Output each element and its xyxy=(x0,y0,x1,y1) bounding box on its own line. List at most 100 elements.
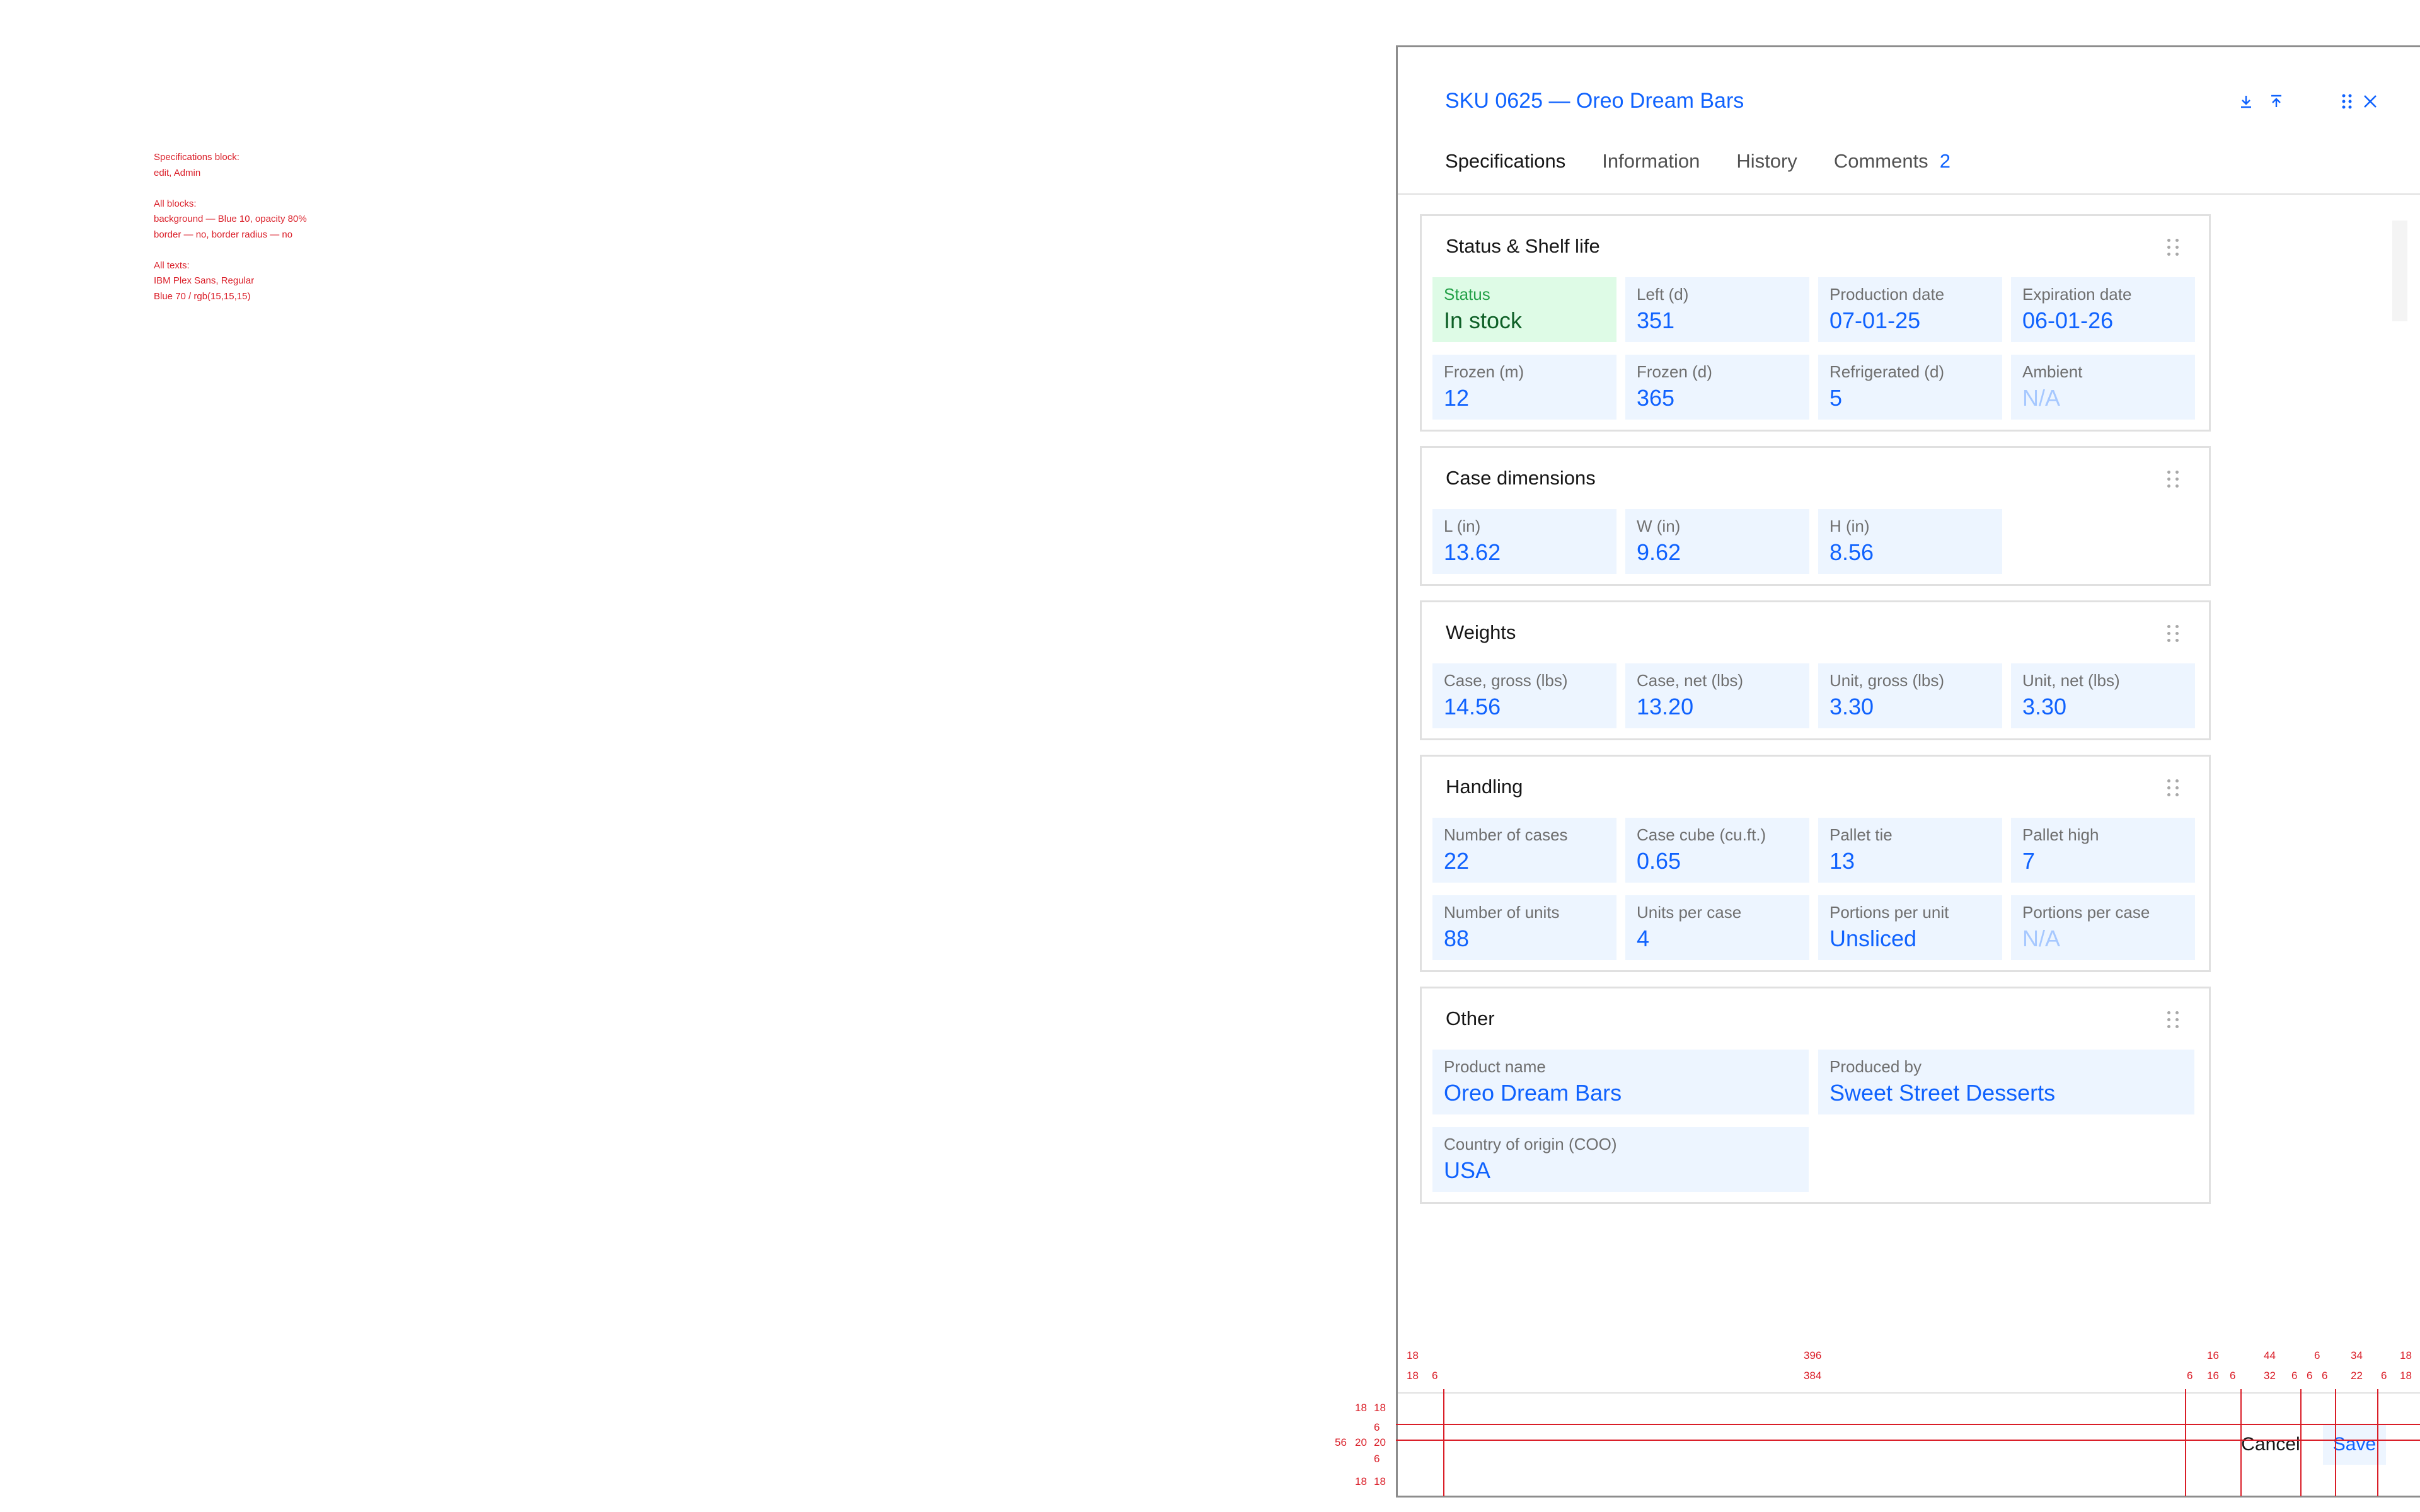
download-icon[interactable] xyxy=(2236,91,2256,112)
redline-measure: 16 xyxy=(2207,1349,2219,1361)
field-value: 12 xyxy=(1444,385,1470,411)
block-title: Status & Shelf life xyxy=(1446,235,1600,257)
field-label: Number of cases xyxy=(1444,825,1568,844)
field-value: 06-01-26 xyxy=(2022,307,2114,333)
block-title: Weights xyxy=(1446,621,1516,643)
redline-measure: 6 xyxy=(2381,1370,2387,1382)
tab-comments[interactable]: Comments 2 xyxy=(1834,150,1950,175)
field-label: Refrigerated (d) xyxy=(1829,362,1945,381)
field-value: 13.62 xyxy=(1444,539,1501,565)
field-portions-per-case[interactable]: Portions per case N/A xyxy=(2011,895,2195,960)
redline-measure: 6 xyxy=(2314,1349,2320,1361)
field-label: Status xyxy=(1444,285,1490,304)
redline-measure: 32 xyxy=(2264,1370,2276,1382)
redline-guide xyxy=(2185,1389,2186,1496)
close-icon[interactable] xyxy=(2360,91,2380,112)
drag-handle-icon[interactable] xyxy=(2167,625,2179,643)
field-label: Unit, gross (lbs) xyxy=(1829,671,1945,690)
field-value: 13 xyxy=(1829,848,1855,874)
field-value: 3.30 xyxy=(1829,694,1874,719)
field-value: 07-01-25 xyxy=(1829,307,1921,333)
field-produced-by[interactable]: Produced by Sweet Street Desserts xyxy=(1818,1050,2194,1114)
field-left-days[interactable]: Left (d) 351 xyxy=(1625,277,1809,342)
field-production-date[interactable]: Production date 07-01-25 xyxy=(1818,277,2002,342)
tab-bar: Specifications Information History Comme… xyxy=(1445,150,1950,175)
scrollbar-thumb[interactable] xyxy=(2392,220,2407,321)
field-pallet-high[interactable]: Pallet high 7 xyxy=(2011,818,2195,883)
field-value: 365 xyxy=(1637,385,1675,411)
field-height[interactable]: H (in) 8.56 xyxy=(1818,509,2002,574)
field-label: Case, net (lbs) xyxy=(1637,671,1744,690)
field-unit-net[interactable]: Unit, net (lbs) 3.30 xyxy=(2011,663,2195,728)
field-label: Frozen (d) xyxy=(1637,362,1712,381)
block-status-shelf-life: Status & Shelf life Status In stock Left … xyxy=(1420,214,2211,432)
redline-guide xyxy=(1396,1440,2420,1441)
field-status[interactable]: Status In stock xyxy=(1432,277,1616,342)
upload-icon[interactable] xyxy=(2266,91,2286,112)
field-label: Ambient xyxy=(2022,362,2083,381)
note-all-texts: All texts: IBM Plex Sans, Regular Blue 7… xyxy=(154,260,255,302)
field-value: 0.65 xyxy=(1637,848,1681,874)
drag-handle-icon[interactable] xyxy=(2167,239,2179,256)
field-number-of-units[interactable]: Number of units 88 xyxy=(1432,895,1616,960)
tab-history[interactable]: History xyxy=(1736,150,1797,175)
field-label: Left (d) xyxy=(1637,285,1689,304)
field-portions-per-unit[interactable]: Portions per unit Unsliced xyxy=(1818,895,2002,960)
redline-measure: 6 xyxy=(2230,1370,2236,1382)
redline-measure: 384 xyxy=(1804,1370,1822,1382)
field-ambient[interactable]: Ambient N/A xyxy=(2011,355,2195,420)
redline-measure: 22 xyxy=(2351,1370,2363,1382)
field-frozen-days[interactable]: Frozen (d) 365 xyxy=(1625,355,1809,420)
field-label: Units per case xyxy=(1637,903,1742,922)
redline-measure: 56 xyxy=(1335,1436,1347,1448)
field-value: 14.56 xyxy=(1444,694,1501,719)
field-number-of-cases[interactable]: Number of cases 22 xyxy=(1432,818,1616,883)
field-case-gross[interactable]: Case, gross (lbs) 14.56 xyxy=(1432,663,1616,728)
field-length[interactable]: L (in) 13.62 xyxy=(1432,509,1616,574)
drag-handle-icon[interactable] xyxy=(2337,91,2357,112)
save-button[interactable]: Save xyxy=(2323,1424,2386,1465)
redline-measure: 396 xyxy=(1804,1349,1822,1361)
redline-measure: 6 xyxy=(1432,1370,1438,1382)
redline-measure: 18 xyxy=(2400,1370,2412,1382)
tab-comments-label: Comments xyxy=(1833,150,1928,172)
field-expiration-date[interactable]: Expiration date 06-01-26 xyxy=(2011,277,2195,342)
redline-measure: 6 xyxy=(2187,1370,2193,1382)
redline-guide xyxy=(1396,1424,2420,1425)
redline-measure: 20 xyxy=(1374,1436,1386,1448)
drag-handle-icon[interactable] xyxy=(2167,1011,2179,1029)
field-width[interactable]: W (in) 9.62 xyxy=(1625,509,1809,574)
redline-measure: 18 xyxy=(1355,1402,1367,1414)
field-case-net[interactable]: Case, net (lbs) 13.20 xyxy=(1625,663,1809,728)
redline-measure: 6 xyxy=(1374,1421,1380,1433)
sku-detail-panel: SKU 0625 — Oreo Dream Bars Specification… xyxy=(1396,45,2420,1498)
tabs-divider xyxy=(1398,193,2420,195)
field-frozen-months[interactable]: Frozen (m) 12 xyxy=(1432,355,1616,420)
cancel-button[interactable]: Cancel xyxy=(2236,1424,2305,1465)
field-value: 22 xyxy=(1444,848,1470,874)
tab-specifications[interactable]: Specifications xyxy=(1445,150,1565,175)
field-units-per-case[interactable]: Units per case 4 xyxy=(1625,895,1809,960)
field-label: Number of units xyxy=(1444,903,1560,922)
drag-handle-icon[interactable] xyxy=(2167,471,2179,488)
field-case-cube[interactable]: Case cube (cu.ft.) 0.65 xyxy=(1625,818,1809,883)
footer-divider xyxy=(1398,1392,2420,1394)
note-all-blocks: All blocks: background — Blue 10, opacit… xyxy=(154,198,307,240)
redline-measure: 6 xyxy=(2322,1370,2328,1382)
drag-handle-icon[interactable] xyxy=(2167,779,2179,797)
redline-measure: 18 xyxy=(1407,1370,1419,1382)
redline-measure: 18 xyxy=(1355,1475,1367,1487)
field-label: Country of origin (COO) xyxy=(1444,1135,1617,1154)
field-country-of-origin[interactable]: Country of origin (COO) USA xyxy=(1432,1127,1809,1192)
comments-count-badge: 2 xyxy=(1939,150,1950,172)
redline-measure: 18 xyxy=(1374,1475,1386,1487)
tab-information[interactable]: Information xyxy=(1602,150,1700,175)
field-pallet-tie[interactable]: Pallet tie 13 xyxy=(1818,818,2002,883)
field-value: N/A xyxy=(2022,385,2061,411)
field-label: Pallet high xyxy=(2022,825,2099,844)
field-product-name[interactable]: Product name Oreo Dream Bars xyxy=(1432,1050,1809,1114)
field-value: 351 xyxy=(1637,307,1675,333)
field-label: H (in) xyxy=(1829,517,1870,536)
field-refrigerated-days[interactable]: Refrigerated (d) 5 xyxy=(1818,355,2002,420)
field-unit-gross[interactable]: Unit, gross (lbs) 3.30 xyxy=(1818,663,2002,728)
